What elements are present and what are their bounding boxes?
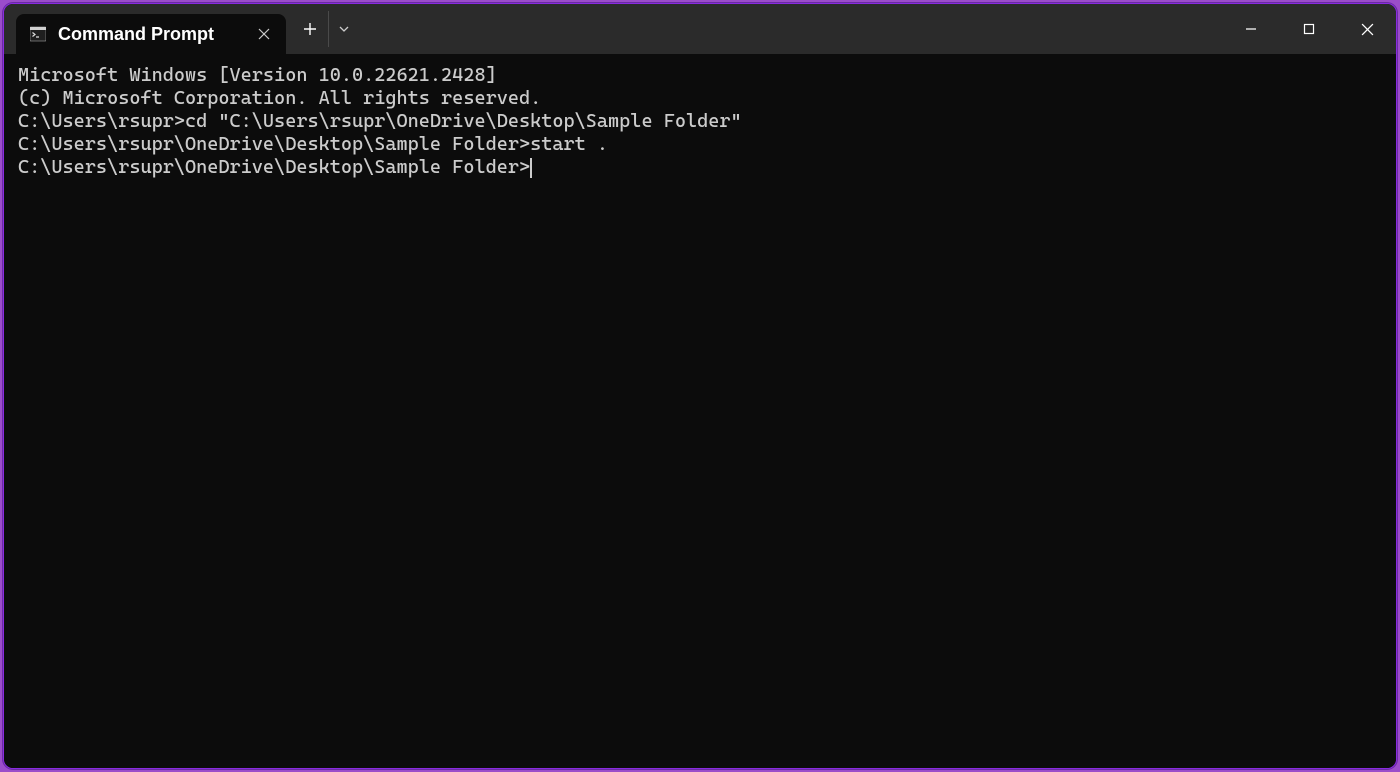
new-tab-button[interactable] (292, 11, 328, 47)
maximize-icon (1303, 23, 1315, 35)
terminal-line: C:\Users\rsupr\OneDrive\Desktop\Sample F… (18, 156, 1382, 179)
text-cursor (530, 158, 532, 178)
plus-icon (303, 22, 317, 36)
terminal-line: C:\Users\rsupr>cd "C:\Users\rsupr\OneDri… (18, 110, 1382, 133)
terminal-line: (c) Microsoft Corporation. All rights re… (18, 87, 1382, 110)
tab-title: Command Prompt (58, 24, 242, 45)
titlebar-drag-region[interactable] (358, 4, 1222, 54)
minimize-icon (1245, 23, 1257, 35)
command-prompt-icon (30, 26, 46, 42)
maximize-button[interactable] (1280, 4, 1338, 54)
titlebar[interactable]: Command Prompt (4, 4, 1396, 54)
terminal-window: Command Prompt (3, 3, 1397, 769)
close-icon (258, 28, 270, 40)
tab-dropdown-button[interactable] (328, 11, 358, 47)
minimize-button[interactable] (1222, 4, 1280, 54)
terminal-line: Microsoft Windows [Version 10.0.22621.24… (18, 64, 1382, 87)
tab-strip: Command Prompt (4, 4, 286, 54)
terminal-line: C:\Users\rsupr\OneDrive\Desktop\Sample F… (18, 133, 1382, 156)
close-window-button[interactable] (1338, 4, 1396, 54)
window-controls (1222, 4, 1396, 54)
terminal-output[interactable]: Microsoft Windows [Version 10.0.22621.24… (4, 54, 1396, 768)
tab-command-prompt[interactable]: Command Prompt (16, 14, 286, 54)
tab-close-button[interactable] (254, 24, 274, 44)
close-icon (1361, 23, 1374, 36)
chevron-down-icon (338, 23, 350, 35)
